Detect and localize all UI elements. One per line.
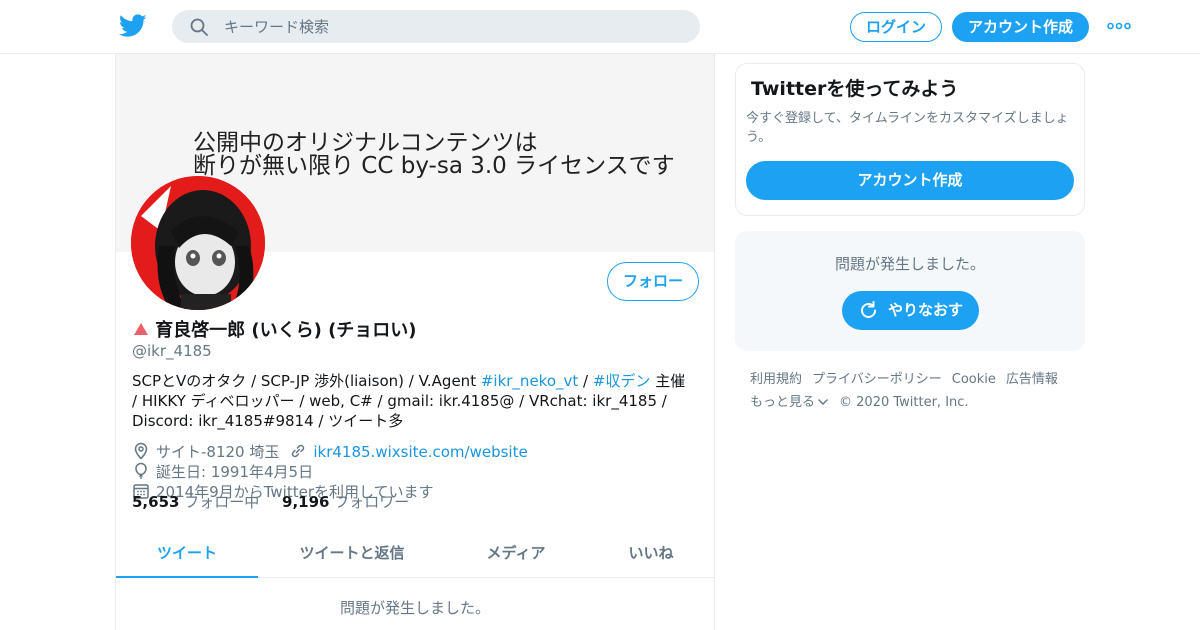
footer-more-button[interactable]: もっと見る xyxy=(750,395,829,410)
follow-counts: 5,653 フォロー中 9,196 フォロワー xyxy=(132,491,427,512)
hashtag-link[interactable]: #収デン xyxy=(593,372,651,390)
signup-promo-card: Twitterを使ってみよう 今すぐ登録して、タイムラインをカスタマイズしましょ… xyxy=(735,63,1085,216)
banner-text-line-2: 断りが無い限り CC by-sa 3.0 ライセンスです xyxy=(193,153,675,179)
signup-button[interactable]: アカウント作成 xyxy=(952,12,1089,42)
sidebar-error-message: 問題が発生しました。 xyxy=(834,255,985,273)
more-dots-icon[interactable] xyxy=(1107,22,1131,30)
following-link[interactable]: 5,653 フォロー中 xyxy=(132,493,277,511)
retry-label: やりなおす xyxy=(888,301,964,319)
sidebar-error-box: 問題が発生しました。 やりなおす xyxy=(735,231,1085,351)
website-link[interactable]: ikr4185.wixsite.com/website xyxy=(313,443,527,461)
birthday-text: 誕生日: 1991年4月5日 xyxy=(156,463,314,481)
website-item: ikr4185.wixsite.com/website xyxy=(289,442,528,462)
tab-tweets[interactable]: ツイート xyxy=(116,530,258,578)
card-signup-button[interactable]: アカウント作成 xyxy=(746,161,1074,200)
footer-link-ads[interactable]: 広告情報 xyxy=(1006,372,1058,387)
followers-label: フォロワー xyxy=(334,493,410,511)
profile-column: 公開中のオリジナルコンテンツは 断りが無い限り CC by-sa 3.0 ライセ… xyxy=(115,54,715,630)
footer-links: 利用規約 プライバシーポリシー Cookie 広告情報 もっと見る © 2020 Twi… xyxy=(750,368,1080,414)
avatar[interactable] xyxy=(131,176,265,310)
link-icon xyxy=(292,444,305,458)
twitter-logo-icon[interactable] xyxy=(119,13,147,39)
retry-button[interactable]: やりなおす xyxy=(842,291,979,330)
search-bar[interactable]: キーワード検索 xyxy=(172,10,700,43)
following-count: 5,653 xyxy=(132,493,180,511)
search-icon xyxy=(190,18,208,36)
footer-link-terms[interactable]: 利用規約 xyxy=(750,372,802,387)
avatar-illustration xyxy=(131,176,265,310)
footer-more-label: もっと見る xyxy=(750,395,816,410)
footer-link-privacy[interactable]: プライバシーポリシー xyxy=(812,372,942,387)
chevron-down-icon xyxy=(818,399,829,405)
hashtag-link[interactable]: #ikr_neko_vt xyxy=(481,372,578,390)
profile-tabs: ツイート ツイートと返信 メディア いいね xyxy=(116,530,714,578)
refresh-icon xyxy=(861,301,876,318)
profile-bio: SCPとVのオタク / SCP-JP 渉外(liaison) / V.Agent… xyxy=(132,371,692,431)
search-input[interactable]: キーワード検索 xyxy=(224,18,329,36)
profile-handle[interactable]: @ikr_4185 xyxy=(132,342,212,360)
timeline-error-message: 問題が発生しました。 xyxy=(339,599,490,617)
balloon-icon xyxy=(135,462,147,479)
profile-name: 育良啓一郎 (いくら) (チョロい) xyxy=(155,320,417,341)
location-item: サイト-8120 埼玉 xyxy=(132,442,279,462)
top-navigation-bar: キーワード検索 ログイン アカウント作成 xyxy=(0,0,1200,54)
tab-tweets-replies[interactable]: ツイートと返信 xyxy=(278,530,426,578)
footer-copyright: © 2020 Twitter, Inc. xyxy=(839,395,969,410)
tab-likes[interactable]: いいね xyxy=(606,530,696,578)
bio-separator: / xyxy=(578,372,593,390)
warning-triangle-icon xyxy=(134,323,148,335)
card-description: 今すぐ登録して、タイムラインをカスタマイズしましょう。 xyxy=(746,111,1069,145)
followers-link[interactable]: 9,196 フォロワー xyxy=(282,493,427,511)
follow-button[interactable]: フォロー xyxy=(607,262,699,301)
footer-link-cookie[interactable]: Cookie xyxy=(952,372,996,387)
location-text: サイト-8120 埼玉 xyxy=(156,443,280,461)
birthday-item: 誕生日: 1991年4月5日 xyxy=(132,462,313,482)
following-label: フォロー中 xyxy=(184,493,260,511)
login-button[interactable]: ログイン xyxy=(850,12,942,42)
profile-name-row: 育良啓一郎 (いくら) (チョロい) xyxy=(132,316,417,341)
card-title: Twitterを使ってみよう xyxy=(751,78,959,100)
bio-text: SCPとVのオタク / SCP-JP 渉外(liaison) / V.Agent xyxy=(132,372,481,390)
followers-count: 9,196 xyxy=(282,493,330,511)
tab-media[interactable]: メディア xyxy=(466,530,566,578)
location-icon xyxy=(134,442,148,460)
